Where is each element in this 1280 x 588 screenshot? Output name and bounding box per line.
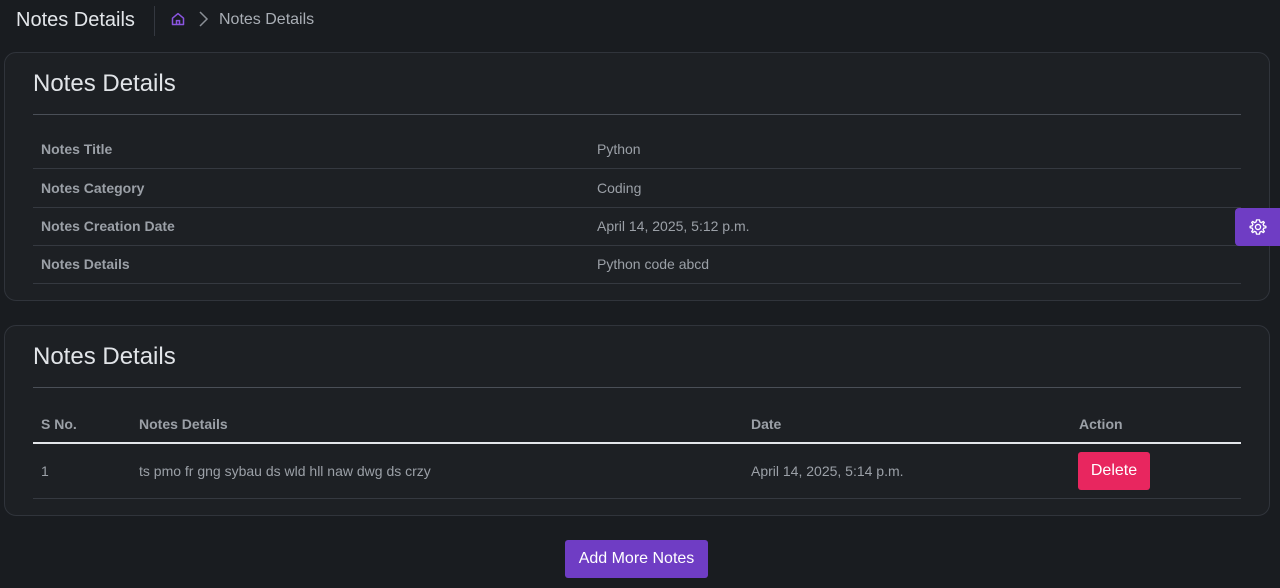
page-title: Notes Details bbox=[16, 9, 135, 31]
topbar-divider bbox=[154, 6, 155, 36]
detail-row-details: Notes Details Python code abcd bbox=[33, 246, 1241, 284]
detail-label: Notes Details bbox=[41, 256, 130, 272]
detail-value: Coding bbox=[597, 180, 642, 196]
card-title: Notes Details bbox=[33, 343, 176, 370]
column-header-date: Date bbox=[751, 416, 782, 432]
gear-icon bbox=[1248, 219, 1267, 235]
table-header-divider bbox=[33, 442, 1241, 444]
column-header-details: Notes Details bbox=[139, 416, 228, 432]
note-details-card: Notes Details Notes Title Python Notes C… bbox=[4, 52, 1270, 301]
detail-value: Python bbox=[597, 141, 641, 157]
add-more-notes-button[interactable]: Add More Notes bbox=[565, 540, 708, 578]
card-divider bbox=[33, 387, 1241, 388]
delete-button[interactable]: Delete bbox=[1078, 452, 1150, 490]
row-divider bbox=[33, 498, 1241, 499]
settings-button[interactable] bbox=[1235, 208, 1280, 246]
cell-date: April 14, 2025, 5:14 p.m. bbox=[751, 463, 904, 479]
detail-value: April 14, 2025, 5:12 p.m. bbox=[597, 218, 750, 234]
cell-sno: 1 bbox=[41, 463, 49, 479]
cell-details: ts pmo fr gng sybau ds wld hll naw dwg d… bbox=[139, 463, 431, 479]
home-icon[interactable] bbox=[170, 11, 186, 27]
detail-row-category: Notes Category Coding bbox=[33, 170, 1241, 208]
detail-label: Notes Title bbox=[41, 141, 113, 157]
detail-value: Python code abcd bbox=[597, 256, 710, 272]
topbar: Notes Details Notes Details bbox=[0, 0, 1280, 40]
detail-row-title: Notes Title Python bbox=[33, 131, 1241, 169]
detail-row-creation-date: Notes Creation Date April 14, 2025, 5:12… bbox=[33, 208, 1241, 246]
chevron-right-icon bbox=[199, 11, 209, 27]
card-divider bbox=[33, 114, 1241, 115]
card-title: Notes Details bbox=[33, 70, 176, 97]
column-header-sno: S No. bbox=[41, 416, 77, 432]
detail-label: Notes Creation Date bbox=[41, 218, 175, 234]
breadcrumb-current: Notes Details bbox=[219, 11, 315, 28]
detail-label: Notes Category bbox=[41, 180, 145, 196]
notes-table-card: Notes Details S No. Notes Details Date A… bbox=[4, 325, 1270, 516]
column-header-action: Action bbox=[1079, 416, 1123, 432]
